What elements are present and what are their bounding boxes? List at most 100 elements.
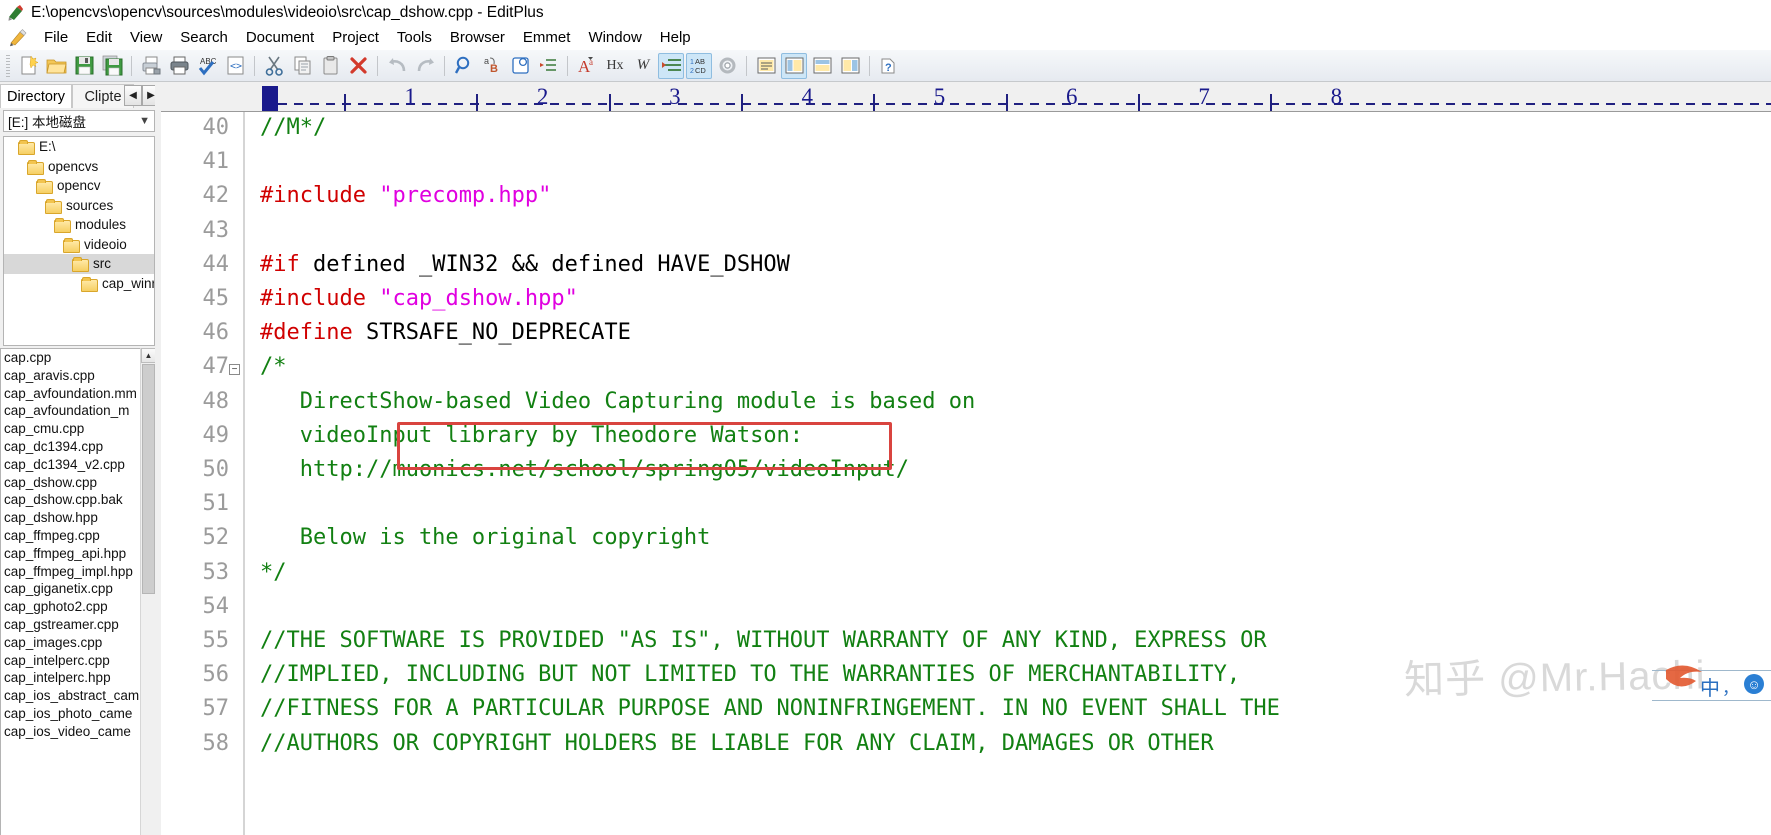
file-list-item[interactable]: cap_images.cpp: [1, 634, 154, 652]
file-list-scrollbar[interactable]: ▲: [140, 348, 156, 835]
code-line[interactable]: #define STRSAFE_NO_DEPRECATE: [260, 320, 631, 345]
toggle-document-selector-icon[interactable]: [809, 53, 835, 79]
file-list-item[interactable]: cap_dshow.cpp: [1, 474, 154, 492]
tree-node[interactable]: modules: [4, 215, 154, 235]
menu-document[interactable]: Document: [237, 28, 323, 47]
browser-preview-icon[interactable]: <>: [222, 53, 248, 79]
save-all-icon[interactable]: [99, 53, 125, 79]
code-token: STRSAFE_NO_DEPRECATE: [352, 320, 631, 346]
font-icon[interactable]: Aa: [574, 53, 600, 79]
code-line[interactable]: #include "cap_dshow.hpp": [260, 286, 578, 311]
line-numbers-icon[interactable]: 1 AB 2 CD: [686, 52, 712, 79]
code-line[interactable]: #if defined _WIN32 && defined HAVE_DSHOW: [260, 252, 790, 277]
scrollbar-thumb[interactable]: [142, 364, 155, 594]
tree-node-label: opencvs: [48, 158, 99, 174]
file-list-item[interactable]: cap_ios_photo_came: [1, 705, 154, 723]
toggle-directory-window-icon[interactable]: [781, 52, 807, 79]
bookmark-icon[interactable]: [535, 53, 561, 79]
file-list-item[interactable]: cap_intelperc.cpp: [1, 652, 154, 670]
file-list-item[interactable]: cap_ffmpeg_api.hpp: [1, 545, 154, 563]
spell-check-icon[interactable]: ABC: [194, 53, 220, 79]
file-list-item[interactable]: cap_dc1394.cpp: [1, 438, 154, 456]
help-icon[interactable]: ?: [876, 53, 902, 79]
indent-icon[interactable]: [658, 52, 684, 79]
print-preview-icon[interactable]: [138, 53, 164, 79]
file-list-item[interactable]: cap_gphoto2.cpp: [1, 598, 154, 616]
copy-icon[interactable]: [289, 53, 315, 79]
menu-emmet[interactable]: Emmet: [514, 28, 580, 47]
file-list-item[interactable]: cap_intelperc.hpp: [1, 669, 154, 687]
code-line[interactable]: /*: [260, 354, 287, 379]
paste-icon[interactable]: [317, 53, 343, 79]
menu-search[interactable]: Search: [171, 28, 237, 47]
cliptext-window-icon[interactable]: [837, 53, 863, 79]
word-wrap-icon[interactable]: W: [630, 53, 656, 79]
tree-node[interactable]: opencv: [4, 176, 154, 196]
menu-tools[interactable]: Tools: [388, 28, 441, 47]
file-list-item[interactable]: cap_avfoundation.mm: [1, 385, 154, 403]
open-folder-icon[interactable]: [43, 53, 69, 79]
code-line[interactable]: #include "precomp.hpp": [260, 183, 551, 208]
tab-directory[interactable]: Directory: [0, 84, 72, 108]
file-list-item[interactable]: cap_gstreamer.cpp: [1, 616, 154, 634]
chevron-up-icon[interactable]: ▲: [141, 348, 156, 363]
file-list-item[interactable]: cap_dshow.cpp.bak: [1, 491, 154, 509]
file-list-item[interactable]: cap_giganetix.cpp: [1, 580, 154, 598]
menu-help[interactable]: Help: [651, 28, 700, 47]
tree-node[interactable]: src: [4, 254, 154, 274]
redo-icon[interactable]: [412, 53, 438, 79]
code-line[interactable]: http://muonics.net/school/spring05/video…: [260, 457, 909, 482]
file-list-item[interactable]: cap_cmu.cpp: [1, 420, 154, 438]
file-list-item[interactable]: cap_dshow.hpp: [1, 509, 154, 527]
code-line[interactable]: //AUTHORS OR COPYRIGHT HOLDERS BE LIABLE…: [260, 731, 1214, 756]
menu-browser[interactable]: Browser: [441, 28, 514, 47]
replace-icon[interactable]: aB: [479, 53, 505, 79]
fold-toggle-icon[interactable]: −: [229, 364, 240, 376]
code-line[interactable]: */: [260, 560, 287, 585]
file-list-item[interactable]: cap_ios_video_came: [1, 723, 154, 741]
tree-node[interactable]: videoio: [4, 235, 154, 255]
file-list-item[interactable]: cap_avfoundation_m: [1, 402, 154, 420]
code-line[interactable]: //IMPLIED, INCLUDING BUT NOT LIMITED TO …: [260, 662, 1240, 687]
find-icon[interactable]: [451, 53, 477, 79]
chevron-down-icon[interactable]: ▼: [139, 115, 150, 127]
chevron-left-icon[interactable]: ◀: [124, 85, 142, 106]
code-line[interactable]: Below is the original copyright: [260, 525, 711, 550]
file-list-item[interactable]: cap_ffmpeg_impl.hpp: [1, 563, 154, 581]
code-line[interactable]: //FITNESS FOR A PARTICULAR PURPOSE AND N…: [260, 696, 1280, 721]
menu-file[interactable]: File: [35, 28, 77, 47]
file-list[interactable]: cap.cpp cap_aravis.cpp cap_avfoundation.mm…: [0, 348, 155, 835]
menu-window[interactable]: Window: [579, 28, 650, 47]
file-list-item[interactable]: cap_aravis.cpp: [1, 367, 154, 385]
file-list-item[interactable]: cap_ffmpeg.cpp: [1, 527, 154, 545]
tree-node[interactable]: cap_winrt: [4, 274, 154, 294]
file-list-item[interactable]: cap_dc1394_v2.cpp: [1, 456, 154, 474]
file-list-item[interactable]: cap_ios_abstract_cam: [1, 687, 154, 705]
tree-node[interactable]: E:\: [4, 137, 154, 157]
menu-edit[interactable]: Edit: [77, 28, 121, 47]
new-document-icon[interactable]: [15, 53, 41, 79]
folder-tree[interactable]: E:\ opencvs opencv sources modules videoio src…: [3, 136, 155, 346]
code-editor[interactable]: 40 41 42 43 44 45 46 47−48 49 50 51 52 53 54 55 56 57 58 …: [161, 112, 1771, 835]
code-line[interactable]: //M*/: [260, 115, 326, 140]
ruler-number: 8: [1330, 84, 1343, 109]
file-list-item[interactable]: cap.cpp: [1, 349, 154, 367]
code-line[interactable]: //THE SOFTWARE IS PROVIDED "AS IS", WITH…: [260, 628, 1267, 653]
tree-node[interactable]: opencvs: [4, 157, 154, 177]
code-line[interactable]: DirectShow-based Video Capturing module …: [260, 389, 976, 414]
save-icon[interactable]: [71, 53, 97, 79]
print-icon[interactable]: [166, 53, 192, 79]
goto-icon[interactable]: [507, 53, 533, 79]
preferences-icon[interactable]: [714, 53, 740, 79]
tree-node[interactable]: sources: [4, 196, 154, 216]
cut-icon[interactable]: [261, 53, 287, 79]
hex-view-icon[interactable]: Hx: [602, 53, 628, 79]
menu-view[interactable]: View: [121, 28, 171, 47]
toolbar-grip[interactable]: [6, 54, 10, 77]
drive-select[interactable]: [E:] 本地磁盘 ▼: [3, 110, 155, 132]
code-line[interactable]: videoInput library by Theodore Watson:: [260, 423, 803, 448]
menu-project[interactable]: Project: [323, 28, 388, 47]
toggle-output-window-icon[interactable]: [753, 53, 779, 79]
undo-icon[interactable]: [384, 53, 410, 79]
delete-icon[interactable]: [345, 53, 371, 79]
